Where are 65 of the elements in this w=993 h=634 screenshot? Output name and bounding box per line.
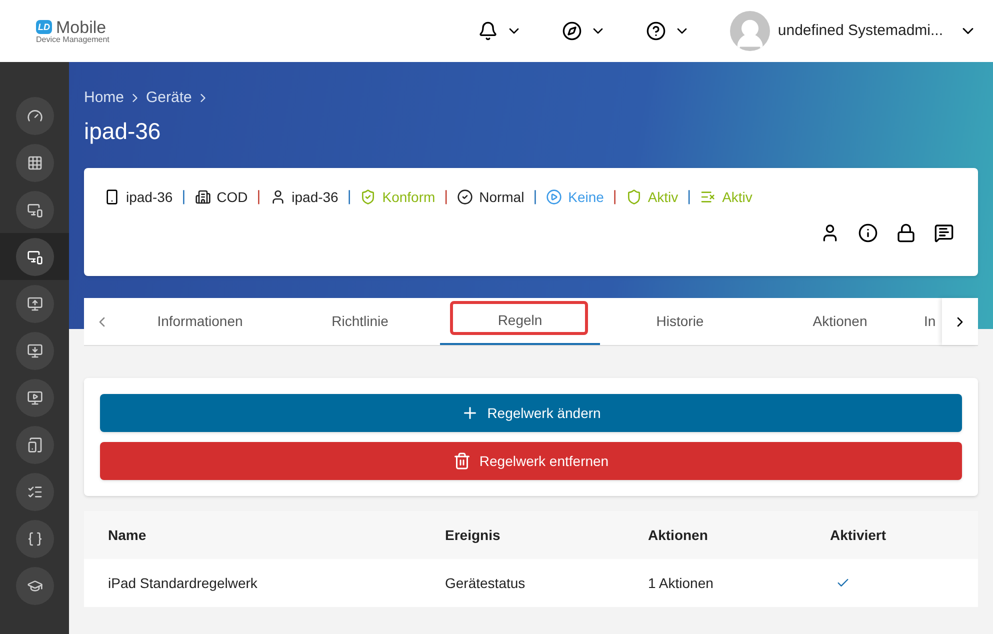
separator: | — [182, 187, 186, 207]
page-title: ipad-36 — [84, 116, 162, 146]
graduation-cap-icon — [26, 578, 42, 594]
column-header: Aktionen — [648, 526, 709, 544]
bell-icon — [478, 21, 498, 41]
logo-subtitle: Device Management — [36, 36, 110, 44]
building-icon — [194, 189, 211, 206]
status-label: ipad-36 — [292, 188, 338, 207]
compass-icon — [562, 21, 582, 41]
tab[interactable]: Informationen — [120, 298, 280, 345]
list-x-icon — [700, 189, 716, 206]
status-label: ipad-36 — [126, 188, 173, 207]
message-icon — [934, 222, 954, 242]
tab[interactable]: Richtlinie — [280, 298, 440, 345]
separator: | — [256, 187, 261, 207]
status-label: COD — [216, 188, 248, 207]
status-label: Keine — [568, 188, 604, 207]
sidebar-item[interactable] — [0, 233, 69, 280]
trash-icon — [453, 452, 472, 470]
monitor-icon — [26, 390, 42, 406]
user-menu[interactable]: undefined Systemadmi... — [730, 11, 977, 51]
braces-icon — [26, 530, 42, 546]
monitor-arrow-icon — [26, 296, 42, 312]
phone-icon — [104, 189, 120, 206]
column-header: Name — [108, 526, 148, 544]
status-label: Aktiv — [648, 188, 678, 207]
shield-icon — [626, 189, 642, 206]
devices-icon — [26, 248, 42, 264]
grid-icon — [26, 154, 42, 170]
phone-check-icon — [26, 436, 42, 452]
status-label: Aktiv — [722, 188, 752, 207]
help-icon — [646, 21, 666, 41]
info-icon — [858, 222, 878, 242]
avatar — [730, 11, 770, 51]
column-header: Aktiviert — [830, 526, 888, 544]
logo-title: Mobile — [56, 18, 106, 36]
breadcrumb-link[interactable]: Geräte — [146, 87, 192, 110]
status-label: Konform — [382, 188, 436, 207]
column-header: Ereignis — [445, 526, 502, 545]
status-label: Normal — [479, 188, 524, 207]
person-icon — [270, 189, 286, 206]
monitor-phone-icon — [26, 202, 42, 218]
separator: | — [347, 187, 352, 207]
breadcrumb-link[interactable]: Home — [84, 87, 124, 110]
monitor-download-icon — [26, 342, 42, 358]
tab[interactable]: Regeln — [440, 298, 600, 345]
separator: | — [687, 187, 692, 207]
shield-check-icon — [360, 189, 376, 206]
tab[interactable]: In — [920, 298, 942, 345]
edit-button[interactable]: Regelwerk ändern — [100, 394, 962, 432]
delete-button[interactable]: Regelwerk entfernen — [100, 442, 962, 480]
table-cell-text: 1 Aktionen — [648, 574, 714, 592]
separator: | — [533, 187, 538, 207]
separator: | — [612, 187, 617, 207]
separator: | — [444, 187, 448, 207]
table-cell-text: Gerätestatus — [445, 574, 526, 592]
play-icon — [546, 189, 562, 206]
circle-check-icon — [457, 189, 474, 206]
lock-icon — [896, 222, 916, 242]
table-cell-text: iPad Standardregelwerk — [108, 574, 258, 593]
tab[interactable]: Aktionen — [760, 298, 920, 345]
list-check-icon — [26, 484, 42, 500]
tab[interactable]: Historie — [600, 298, 760, 345]
logo-mark: LD — [36, 20, 52, 34]
gauge-icon — [26, 108, 42, 124]
